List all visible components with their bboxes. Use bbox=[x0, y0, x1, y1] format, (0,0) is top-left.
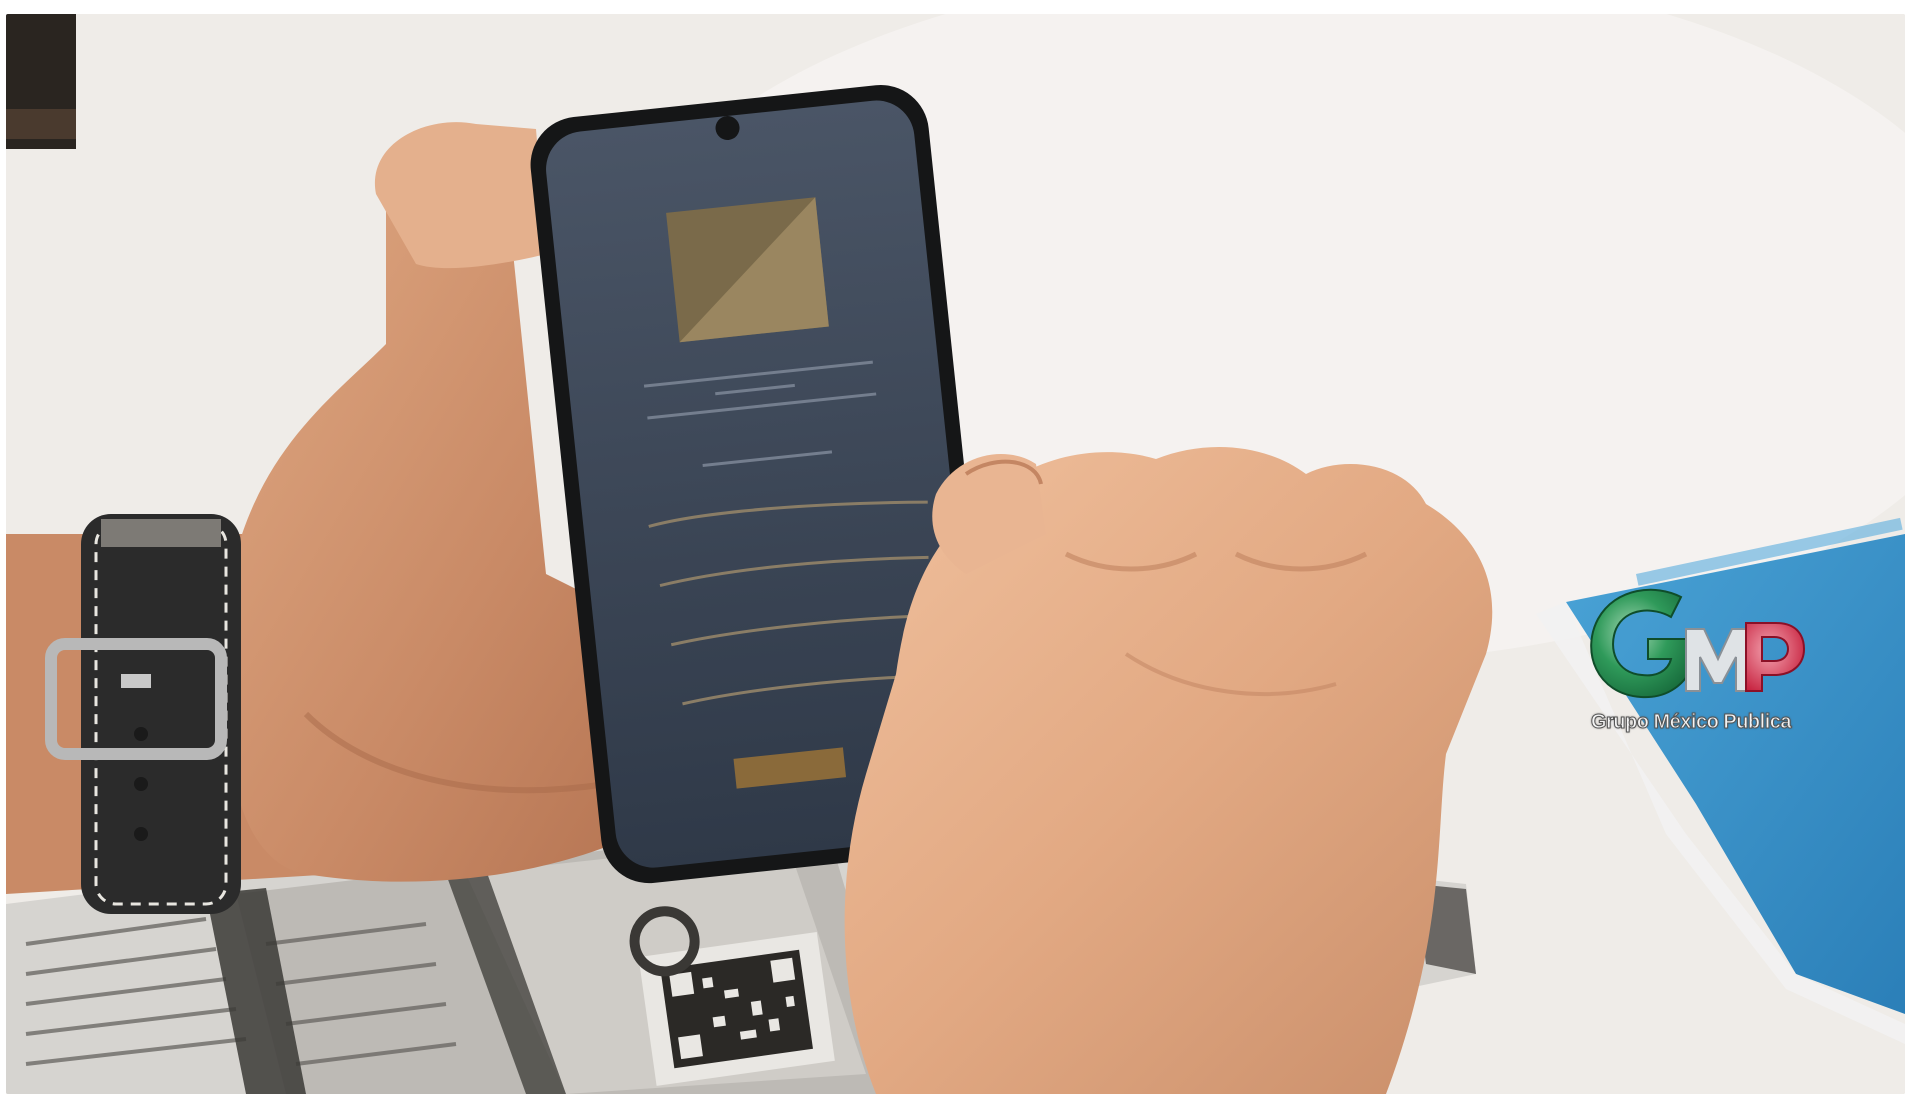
watermark-logo: Grupo México Publica bbox=[1566, 579, 1816, 749]
photo-scene bbox=[6, 14, 1905, 1094]
gmp-logo-icon bbox=[1590, 588, 1806, 699]
photo: Grupo México Publica bbox=[6, 14, 1905, 1094]
watermark-text: Grupo México Publica bbox=[1590, 711, 1792, 734]
right-hand-icon bbox=[844, 447, 1493, 1094]
